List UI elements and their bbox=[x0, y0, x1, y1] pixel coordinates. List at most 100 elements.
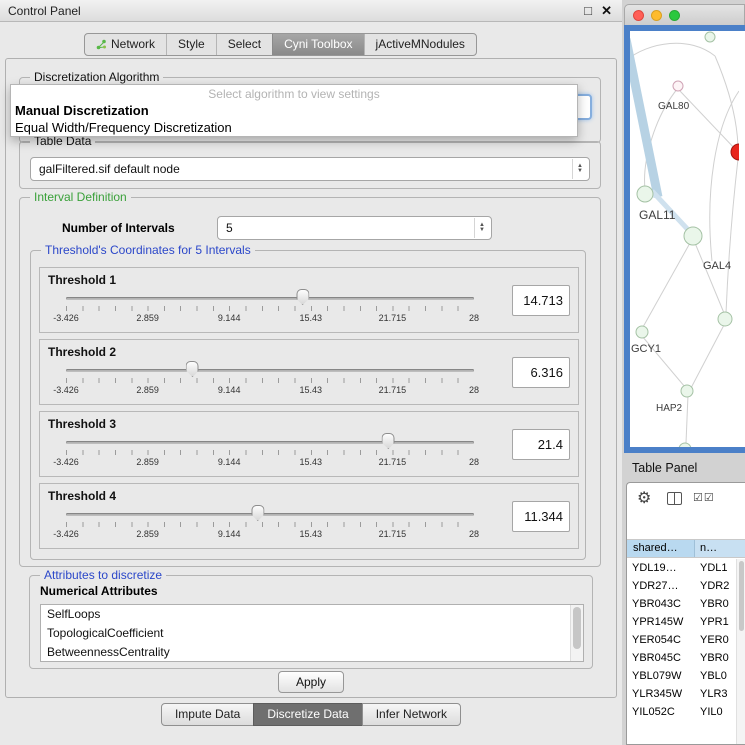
column-header-shared-name[interactable]: shared… bbox=[627, 540, 695, 557]
table-row[interactable]: YLR345W YLR3 bbox=[627, 685, 736, 703]
slider-thumb[interactable] bbox=[296, 289, 309, 305]
tab-discretize-data[interactable]: Discretize Data bbox=[253, 703, 362, 726]
node[interactable] bbox=[705, 32, 715, 42]
table-row[interactable]: YDL19… YDL1 bbox=[627, 559, 736, 577]
table-row[interactable]: YPR145W YPR1 bbox=[627, 613, 736, 631]
column-header-name[interactable]: n… bbox=[695, 540, 745, 557]
node-gal11[interactable] bbox=[637, 186, 653, 202]
stepper-down-icon: ▼ bbox=[577, 169, 583, 174]
cyni-toolbox-panel: Discretization Algorithm Table Data galF… bbox=[5, 58, 617, 698]
slider-thumb[interactable] bbox=[251, 505, 264, 521]
combo-stepper[interactable]: ▲ ▼ bbox=[474, 218, 489, 238]
popup-option-equal-width-frequency[interactable]: Equal Width/Frequency Discretization bbox=[11, 118, 577, 135]
thick-edge bbox=[630, 39, 658, 197]
node[interactable] bbox=[718, 312, 732, 326]
network-window: GAL80 GAL11 GAL4 GCY1 HAP2 bbox=[624, 4, 745, 453]
node-gal80[interactable] bbox=[673, 81, 683, 91]
threshold-value-field[interactable] bbox=[512, 357, 570, 388]
list-scrollbar[interactable] bbox=[570, 605, 583, 661]
slider-tick-labels: -3.426 2.859 9.144 15.43 21.715 28 bbox=[66, 385, 474, 397]
popup-option-manual-discretization[interactable]: Manual Discretization bbox=[11, 101, 577, 118]
float-icon[interactable]: □ bbox=[584, 3, 592, 18]
threshold-label: Threshold 3 bbox=[48, 417, 116, 431]
threshold-value-field[interactable] bbox=[512, 285, 570, 316]
list-item[interactable]: SelfLoops bbox=[41, 605, 583, 624]
threshold-value-field[interactable] bbox=[512, 501, 570, 532]
top-tab-bar: Network Style Select Cyni Toolbox jActiv… bbox=[84, 33, 477, 56]
threshold-3-panel: Threshold 3 -3.426 2.859 9.144 15.43 21.… bbox=[39, 411, 579, 477]
bottom-tab-bar: Impute Data Discretize Data Infer Networ… bbox=[0, 703, 622, 726]
slider-ticks bbox=[66, 450, 474, 455]
zoom-traffic-light[interactable] bbox=[669, 10, 680, 21]
table-row[interactable]: YBL079W YBL0 bbox=[627, 667, 736, 685]
attributes-group-title: Attributes to discretize bbox=[40, 568, 166, 582]
threshold-label: Threshold 2 bbox=[48, 345, 116, 359]
node-label-gal11: GAL11 bbox=[639, 208, 676, 222]
scrollbar-thumb[interactable] bbox=[573, 607, 581, 649]
tab-impute-data[interactable]: Impute Data bbox=[161, 703, 254, 726]
table-scrollbar[interactable] bbox=[736, 559, 745, 744]
node[interactable] bbox=[679, 443, 691, 453]
threshold-slider[interactable]: -3.426 2.859 9.144 15.43 21.715 28 bbox=[58, 360, 482, 404]
tab-cyni-toolbox[interactable]: Cyni Toolbox bbox=[272, 34, 363, 55]
network-icon bbox=[96, 39, 107, 50]
list-item[interactable]: TopologicalCoefficient bbox=[41, 624, 583, 643]
threshold-1-panel: Threshold 1 -3.426 2.859 9.144 15.43 21.… bbox=[39, 267, 579, 333]
threshold-value-field[interactable] bbox=[512, 429, 570, 460]
table-row[interactable]: YER054C YER0 bbox=[627, 631, 736, 649]
combo-stepper[interactable]: ▲ ▼ bbox=[572, 159, 587, 179]
apply-button[interactable]: Apply bbox=[278, 671, 344, 693]
tab-cyni-toolbox-label: Cyni Toolbox bbox=[284, 34, 352, 55]
table-row[interactable]: YIL052C YIL0 bbox=[627, 703, 736, 721]
table-data-combo[interactable]: galFiltered.sif default node ▲ ▼ bbox=[30, 157, 590, 181]
number-of-intervals-value: 5 bbox=[226, 217, 233, 239]
gear-icon[interactable]: ⚙ bbox=[637, 488, 651, 508]
slider-ticks bbox=[66, 522, 474, 527]
scrollbar-thumb[interactable] bbox=[739, 561, 744, 631]
minimize-traffic-light[interactable] bbox=[651, 10, 662, 21]
node-label-gal4: GAL4 bbox=[703, 260, 731, 272]
checkbox-icons[interactable]: ☑☑ bbox=[693, 491, 715, 504]
tab-infer-network[interactable]: Infer Network bbox=[362, 703, 461, 726]
threshold-label: Threshold 1 bbox=[48, 273, 116, 287]
node-label-hap2: HAP2 bbox=[656, 403, 683, 414]
slider-thumb[interactable] bbox=[382, 433, 395, 449]
tab-network[interactable]: Network bbox=[85, 34, 166, 55]
number-of-intervals-combo[interactable]: 5 ▲ ▼ bbox=[217, 216, 492, 240]
threshold-slider[interactable]: -3.426 2.859 9.144 15.43 21.715 28 bbox=[58, 432, 482, 476]
network-canvas[interactable]: GAL80 GAL11 GAL4 GCY1 HAP2 bbox=[630, 31, 739, 453]
table-data-combo-value: galFiltered.sif default node bbox=[39, 158, 180, 180]
slider-ticks bbox=[66, 378, 474, 383]
slider-tick-labels: -3.426 2.859 9.144 15.43 21.715 28 bbox=[66, 457, 474, 469]
threshold-label: Threshold 4 bbox=[48, 489, 116, 503]
close-traffic-light[interactable] bbox=[633, 10, 644, 21]
discretization-algorithm-title: Discretization Algorithm bbox=[30, 70, 163, 84]
algorithm-popup-menu: Select algorithm to view settings Manual… bbox=[10, 84, 578, 137]
node-gcy1[interactable] bbox=[636, 326, 648, 338]
popup-hint: Select algorithm to view settings bbox=[11, 85, 577, 101]
tab-jactivemnodules[interactable]: jActiveMNodules bbox=[364, 34, 476, 55]
node-gal4[interactable] bbox=[684, 227, 702, 245]
table-row[interactable]: YBR043C YBR0 bbox=[627, 595, 736, 613]
columns-icon[interactable] bbox=[667, 492, 682, 505]
slider-tick-labels: -3.426 2.859 9.144 15.43 21.715 28 bbox=[66, 529, 474, 541]
close-icon[interactable]: ✕ bbox=[601, 3, 612, 19]
list-item[interactable]: BetweennessCentrality bbox=[41, 643, 583, 662]
number-of-intervals-label: Number of Intervals bbox=[62, 221, 175, 235]
tab-select[interactable]: Select bbox=[216, 34, 272, 55]
table-row[interactable]: YBR045C YBR0 bbox=[627, 649, 736, 667]
threshold-slider[interactable]: -3.426 2.859 9.144 15.43 21.715 28 bbox=[58, 504, 482, 548]
numerical-attributes-label: Numerical Attributes bbox=[40, 584, 158, 598]
tab-network-label: Network bbox=[111, 34, 155, 55]
threshold-slider[interactable]: -3.426 2.859 9.144 15.43 21.715 28 bbox=[58, 288, 482, 332]
interval-definition-group: Interval Definition Number of Intervals … bbox=[19, 197, 601, 567]
attributes-group: Attributes to discretize Numerical Attri… bbox=[29, 575, 593, 669]
slider-thumb[interactable] bbox=[186, 361, 199, 377]
threshold-coordinates-title: Threshold's Coordinates for 5 Intervals bbox=[41, 243, 255, 257]
numerical-attributes-list[interactable]: SelfLoops TopologicalCoefficient Between… bbox=[40, 604, 584, 662]
node-hap2[interactable] bbox=[681, 385, 693, 397]
interval-definition-title: Interval Definition bbox=[30, 190, 131, 204]
network-view-frame: GAL80 GAL11 GAL4 GCY1 HAP2 bbox=[624, 25, 745, 453]
table-row[interactable]: YDR27… YDR2 bbox=[627, 577, 736, 595]
tab-style[interactable]: Style bbox=[166, 34, 216, 55]
